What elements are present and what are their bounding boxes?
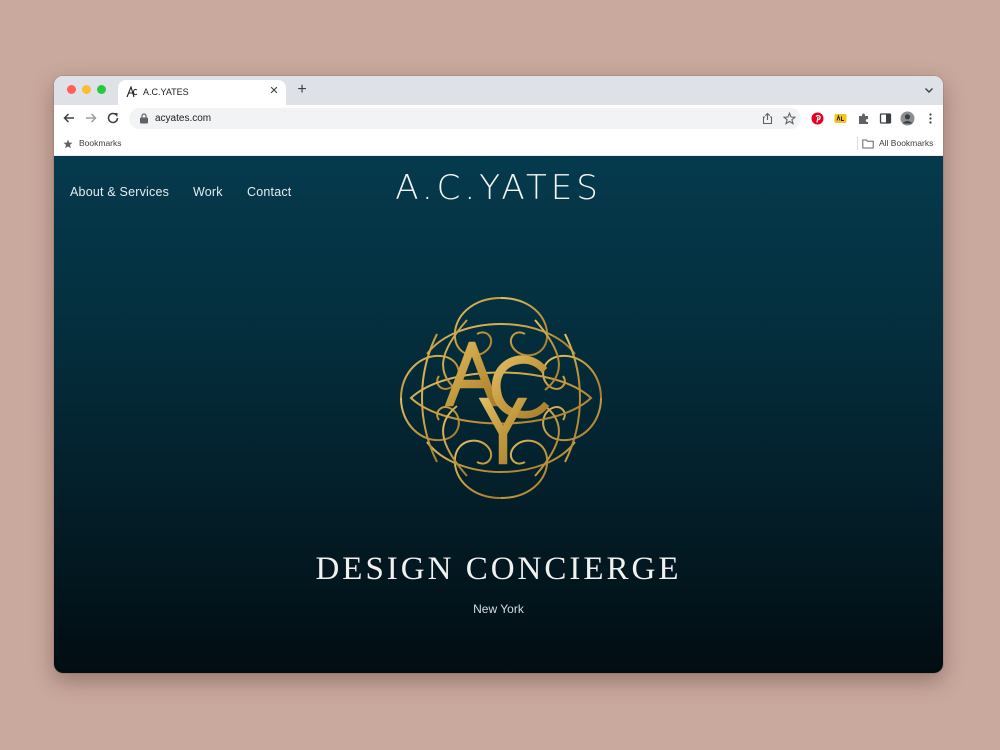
- acyates-favicon-icon: [126, 86, 138, 98]
- bookmark-star-icon[interactable]: [783, 112, 796, 125]
- more-menu-icon[interactable]: [924, 112, 937, 125]
- website-hero: About & Services Work Contact A.C.YATES: [54, 156, 943, 673]
- tab-strip: A.C.YATES ✕ +: [54, 76, 943, 105]
- browser-window: A.C.YATES ✕ + acyates.com Bookmarks All …: [54, 76, 943, 673]
- close-tab-icon[interactable]: ✕: [268, 85, 280, 97]
- tab-acyates[interactable]: A.C.YATES ✕: [118, 80, 286, 105]
- bookmarks-bar: Bookmarks All Bookmarks: [54, 132, 943, 156]
- forward-arrow-icon[interactable]: [84, 111, 98, 125]
- all-bookmarks-button[interactable]: All Bookmarks: [879, 138, 933, 148]
- maximize-window-button[interactable]: [97, 85, 106, 94]
- tab-title: A.C.YATES: [143, 87, 189, 97]
- pinterest-icon[interactable]: [811, 112, 824, 125]
- address-bar[interactable]: acyates.com: [129, 108, 801, 129]
- url-text: acyates.com: [155, 113, 212, 124]
- new-tab-button[interactable]: +: [294, 82, 310, 98]
- close-window-button[interactable]: [67, 85, 76, 94]
- back-arrow-icon[interactable]: [62, 111, 76, 125]
- acy-monogram-logo: [400, 297, 602, 499]
- extension-icon[interactable]: [834, 112, 847, 125]
- reload-icon[interactable]: [106, 111, 120, 125]
- bookmarks-label[interactable]: Bookmarks: [79, 138, 122, 148]
- hero-headline: DESIGN CONCIERGE: [315, 551, 682, 587]
- profile-avatar[interactable]: [900, 111, 915, 126]
- bookmarks-divider: [857, 137, 858, 150]
- bookmarks-star-icon: [63, 139, 73, 149]
- hero-location: New York: [473, 602, 524, 616]
- folder-icon: [862, 139, 874, 149]
- lock-icon[interactable]: [139, 113, 149, 124]
- sidepanel-icon[interactable]: [879, 112, 892, 125]
- chevron-down-icon[interactable]: [923, 84, 935, 96]
- puzzle-icon[interactable]: [857, 112, 870, 125]
- toolbar: acyates.com: [54, 105, 943, 132]
- site-logo-title[interactable]: A.C.YATES: [54, 168, 943, 208]
- minimize-window-button[interactable]: [82, 85, 91, 94]
- share-icon[interactable]: [761, 112, 774, 125]
